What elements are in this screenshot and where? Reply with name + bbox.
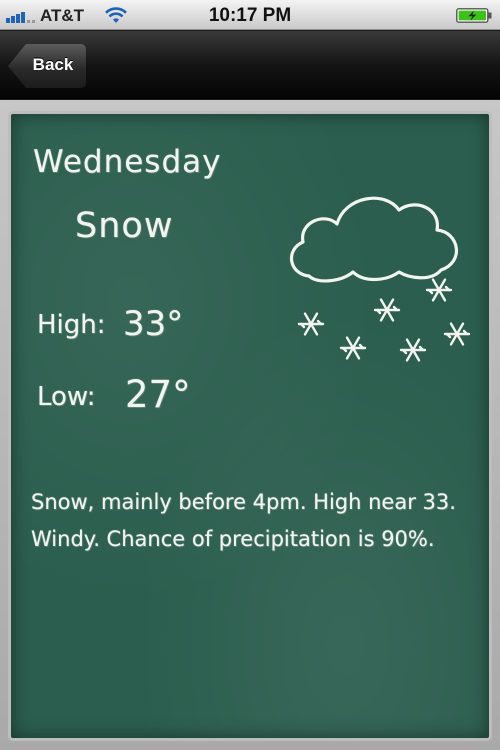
high-temp-label: High:	[37, 310, 106, 340]
back-button[interactable]: Back	[8, 44, 86, 88]
content-area: Wednesday Snow High: 33° Low: 27° Snow, …	[0, 100, 500, 750]
status-bar: AT&T 10:17 PM	[0, 0, 500, 30]
low-temp-value: 27°	[125, 373, 191, 416]
battery-charging-icon	[456, 8, 492, 23]
status-time: 10:17 PM	[208, 5, 292, 26]
high-temp-value: 33°	[123, 304, 184, 344]
forecast-day: Wednesday	[33, 144, 222, 180]
back-button-label: Back	[32, 55, 74, 74]
navigation-bar: Back	[0, 31, 500, 99]
low-temp-label: Low:	[37, 382, 96, 412]
chalkboard-panel: Wednesday Snow High: 33° Low: 27° Snow, …	[8, 111, 492, 741]
snow-cloud-icon	[289, 196, 471, 362]
forecast-condition: Snow	[75, 206, 174, 246]
forecast-description: Snow, mainly before 4pm. High near 33. W…	[31, 490, 456, 551]
